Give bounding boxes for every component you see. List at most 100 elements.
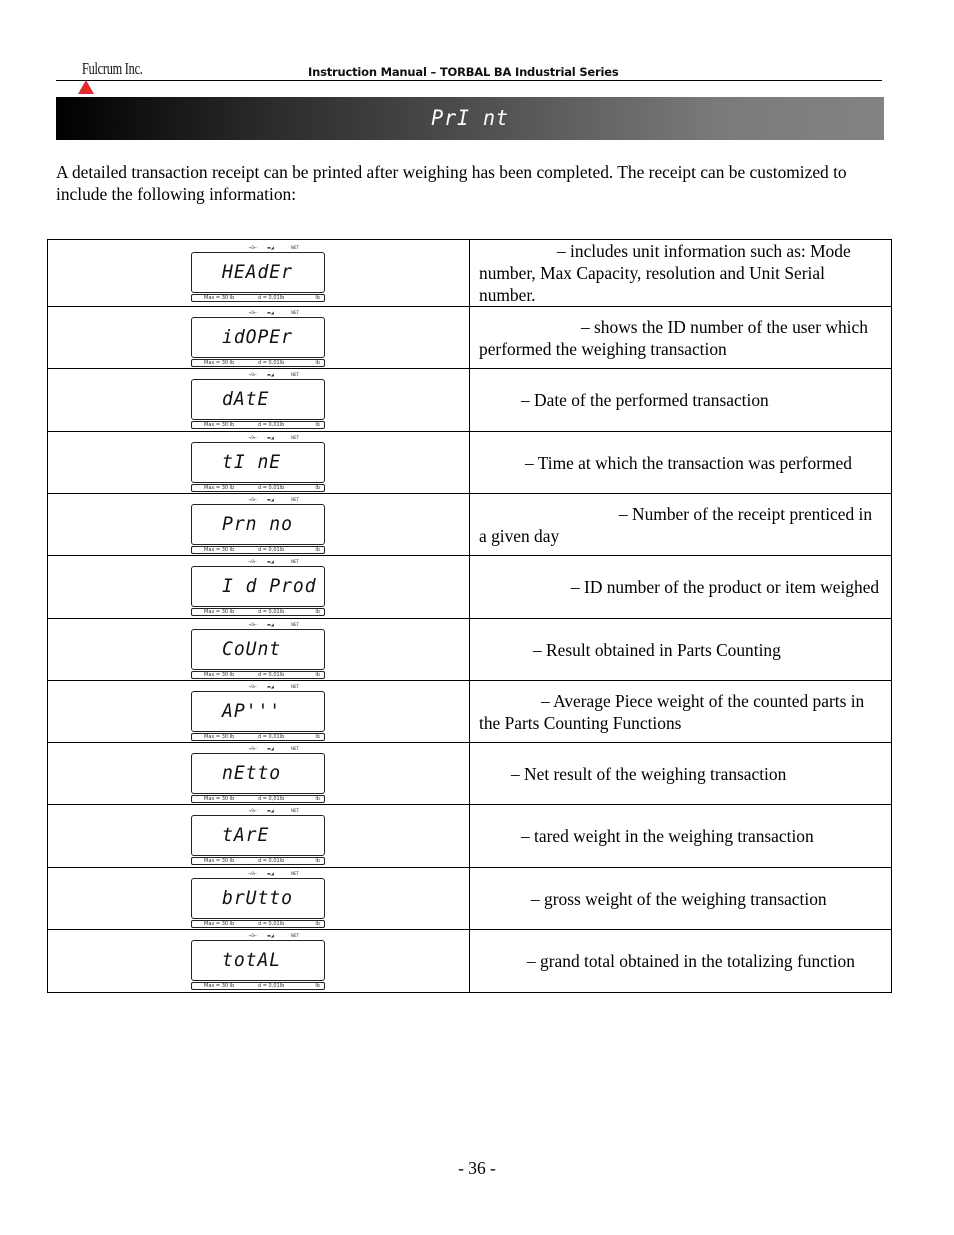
- display-cell: →0← ▬◢ NET dAtE Max = 30 lb d = 0,01lb lb: [47, 368, 470, 432]
- lcd-indicators: →0← ▬◢ NET: [191, 310, 327, 316]
- lcd-text: HEAdEr: [222, 261, 293, 283]
- display-cell: →0← ▬◢ NET I d Prod Max = 30 lb d = 0,01lb lb: [47, 555, 470, 619]
- description-cell: – Net result of the weighing transaction: [469, 742, 892, 805]
- description-cell: – shows the ID number of the user which …: [469, 306, 892, 369]
- zero-indicator-icon: →0←: [248, 434, 258, 440]
- page-header: Fulcrum Inc. Instruction Manual – TORBAL…: [56, 58, 882, 81]
- description-cell: – Number of the receipt prenticed in a g…: [469, 493, 892, 556]
- unit-label: lb: [315, 546, 320, 553]
- division-label: d = 0,01lb: [258, 546, 285, 553]
- description-text: – Average Piece weight of the counted pa…: [479, 690, 865, 733]
- description-text: – Net result of the weighing transaction: [511, 763, 787, 784]
- lcd-spec-strip: Max = 30 lb d = 0,01lb lb: [191, 421, 325, 429]
- stable-indicator-icon: ▬◢: [267, 496, 274, 502]
- zero-indicator-icon: →0←: [248, 559, 258, 564]
- lcd-spec-strip: Max = 30 lb d = 0,01lb lb: [191, 294, 325, 302]
- description-cell: – includes unit information such as: Mod…: [469, 239, 892, 307]
- division-label: d = 0,01lb: [258, 671, 285, 678]
- stable-indicator-icon: ▬◢: [267, 245, 274, 250]
- max-capacity-label: Max = 30 lb: [204, 920, 235, 927]
- description-text: – shows the ID number of the user which …: [479, 316, 868, 359]
- lcd-display: →0← ▬◢ NET brUtto Max = 30 lb d = 0,01lb lb: [191, 870, 327, 928]
- lcd-spec-strip: Max = 30 lb d = 0,01lb lb: [191, 732, 325, 741]
- lcd-screen: HEAdEr: [191, 252, 325, 293]
- table-row: →0← ▬◢ NET Prn no Max = 30 lb d = 0,01lb lb – N…: [47, 493, 892, 556]
- zero-indicator-icon: →0←: [248, 808, 258, 813]
- zero-indicator-icon: →0←: [248, 245, 258, 250]
- description-text: – Date of the performed transaction: [521, 390, 769, 410]
- max-capacity-label: Max = 30 lb: [204, 484, 235, 491]
- table-row: →0← ▬◢ NET AP''' Max = 30 lb d = 0,01lb lb – Av…: [47, 680, 892, 743]
- unit-label: lb: [315, 733, 320, 740]
- company-logo: Fulcrum Inc.: [82, 59, 143, 78]
- description-cell: – gross weight of the weighing transacti…: [469, 867, 892, 930]
- lcd-screen: idOPEr: [191, 316, 325, 358]
- lcd-text: totAL: [222, 949, 282, 971]
- lcd-text: idOPEr: [222, 325, 293, 348]
- lcd-indicators: →0← ▬◢ NET: [191, 933, 327, 939]
- description-text: – gross weight of the weighing transacti…: [531, 888, 827, 909]
- lcd-text: tI nE: [222, 450, 282, 473]
- net-indicator: NET: [291, 870, 299, 876]
- manual-title: Instruction Manual – TORBAL BA Industria…: [308, 65, 619, 79]
- lcd-spec-strip: Max = 30 lb d = 0,01lb lb: [191, 919, 325, 928]
- lcd-text: dAtE: [222, 388, 270, 410]
- net-indicator: NET: [291, 245, 299, 250]
- zero-indicator-icon: →0←: [248, 496, 258, 502]
- display-cell: →0← ▬◢ NET brUtto Max = 30 lb d = 0,01lb lb: [47, 867, 470, 930]
- unit-label: lb: [315, 609, 320, 615]
- division-label: d = 0,01lb: [258, 295, 285, 301]
- description-cell: – Result obtained in Parts Counting: [469, 618, 892, 681]
- unit-label: lb: [315, 983, 320, 989]
- max-capacity-label: Max = 30 lb: [204, 295, 235, 301]
- division-label: d = 0,01lb: [258, 858, 285, 864]
- lcd-screen: AP''': [191, 690, 325, 732]
- zero-indicator-icon: →0←: [248, 309, 258, 315]
- unit-label: lb: [315, 858, 320, 864]
- display-cell: →0← ▬◢ NET HEAdEr Max = 30 lb d = 0,01lb lb: [47, 239, 470, 307]
- section-title: PrI nt: [431, 106, 509, 130]
- net-indicator: NET: [291, 683, 299, 689]
- table-row: →0← ▬◢ NET CoUnt Max = 30 lb d = 0,01lb lb – Re…: [47, 618, 892, 681]
- division-label: d = 0,01lb: [258, 484, 285, 491]
- max-capacity-label: Max = 30 lb: [204, 546, 235, 553]
- description-cell: – ID number of the product or item weigh…: [469, 555, 892, 619]
- division-label: d = 0,01lb: [258, 795, 285, 802]
- stable-indicator-icon: ▬◢: [267, 933, 274, 938]
- division-label: d = 0,01lb: [258, 359, 285, 366]
- description-text: – Number of the receipt prenticed in a g…: [479, 503, 873, 546]
- lcd-spec-strip: Max = 30 lb d = 0,01lb lb: [191, 358, 325, 367]
- table-row: →0← ▬◢ NET I d Prod Max = 30 lb d = 0,01lb lb –…: [47, 555, 892, 619]
- net-indicator: NET: [291, 559, 299, 564]
- division-label: d = 0,01lb: [258, 609, 285, 615]
- max-capacity-label: Max = 30 lb: [204, 422, 235, 428]
- lcd-text: Prn no: [222, 512, 293, 535]
- max-capacity-label: Max = 30 lb: [204, 795, 235, 802]
- lcd-screen: Prn no: [191, 503, 325, 545]
- stable-indicator-icon: ▬◢: [267, 434, 274, 440]
- net-indicator: NET: [291, 808, 299, 813]
- max-capacity-label: Max = 30 lb: [204, 359, 235, 366]
- unit-label: lb: [315, 484, 320, 491]
- max-capacity-label: Max = 30 lb: [204, 983, 235, 989]
- lcd-spec-strip: Max = 30 lb d = 0,01lb lb: [191, 545, 325, 554]
- intro-paragraph: A detailed transaction receipt can be pr…: [56, 162, 847, 204]
- display-cell: →0← ▬◢ NET Prn no Max = 30 lb d = 0,01lb lb: [47, 493, 470, 556]
- description-cell: – Date of the performed transaction: [469, 368, 892, 432]
- table-row: →0← ▬◢ NET idOPEr Max = 30 lb d = 0,01lb lb – s…: [47, 306, 892, 369]
- max-capacity-label: Max = 30 lb: [204, 671, 235, 678]
- lcd-screen: I d Prod: [191, 566, 325, 607]
- zero-indicator-icon: →0←: [248, 933, 258, 938]
- lcd-spec-strip: Max = 30 lb d = 0,01lb lb: [191, 982, 325, 990]
- lcd-spec-strip: Max = 30 lb d = 0,01lb lb: [191, 483, 325, 492]
- lcd-display: →0← ▬◢ NET tArE Max = 30 lb d = 0,01lb lb: [191, 807, 327, 865]
- lcd-screen: tArE: [191, 815, 325, 856]
- display-cell: →0← ▬◢ NET AP''' Max = 30 lb d = 0,01lb lb: [47, 680, 470, 743]
- stable-indicator-icon: ▬◢: [267, 683, 274, 689]
- zero-indicator-icon: →0←: [248, 870, 258, 876]
- zero-indicator-icon: →0←: [248, 372, 258, 377]
- unit-label: lb: [315, 920, 320, 927]
- stable-indicator-icon: ▬◢: [267, 870, 274, 876]
- stable-indicator-icon: ▬◢: [267, 559, 274, 564]
- table-row: →0← ▬◢ NET tArE Max = 30 lb d = 0,01lb lb – tar…: [47, 804, 892, 868]
